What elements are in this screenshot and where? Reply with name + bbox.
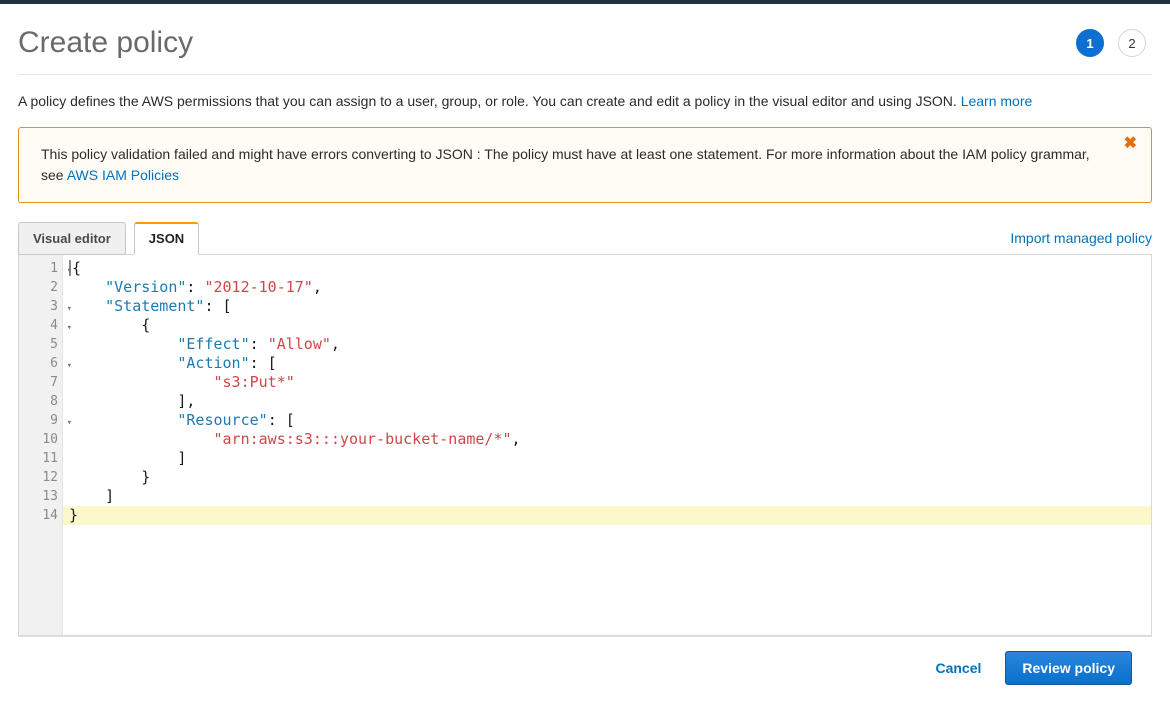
- line-number: 4▾: [19, 316, 62, 335]
- import-managed-policy[interactable]: Import managed policy: [1010, 230, 1152, 254]
- line-number: 3▾: [19, 297, 62, 316]
- cancel-button[interactable]: Cancel: [929, 659, 987, 677]
- line-number: 10: [19, 430, 62, 449]
- code-line[interactable]: "Effect": "Allow",: [69, 335, 1151, 354]
- code-line[interactable]: }: [69, 468, 1151, 487]
- close-icon[interactable]: ✖: [1124, 136, 1137, 152]
- line-number: 2: [19, 278, 62, 297]
- tabs-row: Visual editor JSON Import managed policy: [18, 221, 1152, 254]
- code-line[interactable]: {: [69, 316, 1151, 335]
- code-line[interactable]: "Action": [: [69, 354, 1151, 373]
- line-number: 7: [19, 373, 62, 392]
- description-text: A policy defines the AWS permissions tha…: [18, 93, 961, 109]
- line-number: 11: [19, 449, 62, 468]
- line-number: 5: [19, 335, 62, 354]
- tab-visual-editor[interactable]: Visual editor: [18, 222, 126, 255]
- wizard-step-1[interactable]: 1: [1076, 29, 1104, 57]
- line-number: 1▾: [19, 259, 62, 278]
- fold-toggle-icon[interactable]: ▾: [67, 357, 72, 376]
- json-editor[interactable]: 1▾23▾4▾56▾789▾1011121314 { "Version": "2…: [18, 254, 1152, 636]
- code-line[interactable]: ]: [69, 487, 1151, 506]
- editor-code-lines[interactable]: { "Version": "2012-10-17", "Statement": …: [63, 255, 1151, 635]
- page-description: A policy defines the AWS permissions tha…: [18, 75, 1152, 127]
- line-number: 6▾: [19, 354, 62, 373]
- tab-json[interactable]: JSON: [134, 222, 199, 255]
- fold-toggle-icon[interactable]: ▾: [67, 414, 72, 433]
- editor-tabs: Visual editor JSON: [18, 221, 199, 254]
- page-container: Create policy 1 2 A policy defines the A…: [0, 4, 1170, 636]
- footer-actions: Cancel Review policy: [18, 636, 1152, 699]
- fold-toggle-icon[interactable]: ▾: [67, 300, 72, 319]
- code-line[interactable]: }: [63, 506, 1151, 525]
- alert-text: This policy validation failed and might …: [41, 146, 1090, 183]
- alert-docs-link[interactable]: AWS IAM Policies: [67, 167, 179, 183]
- code-line[interactable]: {: [69, 259, 1151, 278]
- line-number: 14: [19, 506, 62, 525]
- code-line[interactable]: "arn:aws:s3:::your-bucket-name/*",: [69, 430, 1151, 449]
- wizard-step-2[interactable]: 2: [1118, 29, 1146, 57]
- fold-toggle-icon[interactable]: ▾: [67, 262, 72, 281]
- page-title: Create policy: [18, 26, 193, 60]
- review-policy-button[interactable]: Review policy: [1005, 651, 1132, 685]
- line-number: 9▾: [19, 411, 62, 430]
- editor-gutter: 1▾23▾4▾56▾789▾1011121314: [19, 255, 63, 635]
- code-line[interactable]: ]: [69, 449, 1151, 468]
- wizard-steps: 1 2: [1076, 29, 1152, 57]
- code-line[interactable]: "Resource": [: [69, 411, 1151, 430]
- line-number: 12: [19, 468, 62, 487]
- line-number: 8: [19, 392, 62, 411]
- code-line[interactable]: "Version": "2012-10-17",: [69, 278, 1151, 297]
- validation-warning-alert: This policy validation failed and might …: [18, 127, 1152, 203]
- fold-toggle-icon[interactable]: ▾: [67, 319, 72, 338]
- learn-more-link[interactable]: Learn more: [961, 93, 1033, 109]
- line-number: 13: [19, 487, 62, 506]
- header-row: Create policy 1 2: [18, 14, 1152, 75]
- import-managed-policy-link[interactable]: Import managed policy: [1010, 230, 1152, 246]
- code-line[interactable]: "s3:Put*": [69, 373, 1151, 392]
- code-line[interactable]: "Statement": [: [69, 297, 1151, 316]
- code-line[interactable]: ],: [69, 392, 1151, 411]
